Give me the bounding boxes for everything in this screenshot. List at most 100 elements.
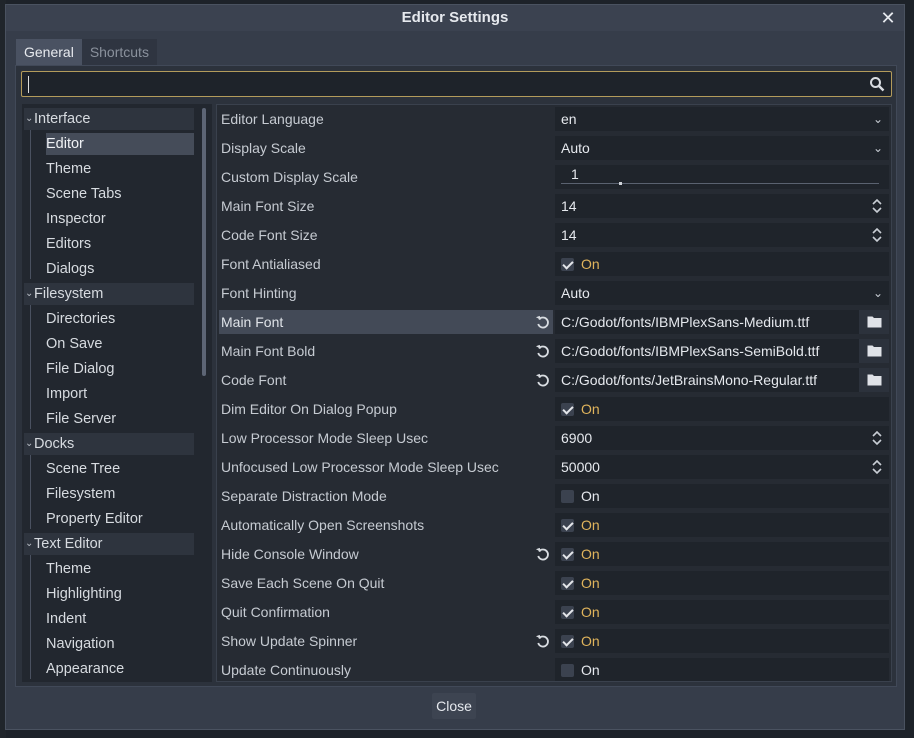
checkbox-checked-icon[interactable] (561, 577, 574, 590)
checkbox-unchecked-icon[interactable] (561, 664, 574, 677)
path-input[interactable]: C:/Godot/fonts/JetBrainsMono-Regular.ttf (555, 368, 857, 392)
setting-row-main-font: Main Font C:/Godot/fonts/IBMPlexSans-Medi… (217, 308, 891, 334)
revert-icon[interactable] (535, 314, 551, 330)
checkbox-checked-icon[interactable] (561, 258, 574, 271)
setting-row-font-antialiased: Font Antialiased On (217, 250, 891, 276)
code-font-size-spinbox[interactable]: 14 (555, 223, 889, 247)
close-icon[interactable]: ✕ (878, 7, 898, 29)
tree-item-appearance[interactable]: Appearance (46, 658, 194, 680)
tab-shortcuts[interactable]: Shortcuts (81, 39, 157, 65)
search-icon[interactable] (869, 76, 885, 92)
tree-category-filesystem[interactable]: ⌄ Filesystem (24, 283, 194, 305)
tree-item-on-save[interactable]: On Save (46, 333, 194, 355)
tree-item-import[interactable]: Import (46, 383, 194, 405)
slider-value: 1 (571, 166, 579, 182)
section-tree[interactable]: ⌄ Interface Editor Theme Scene Tabs Inspector… (22, 104, 212, 682)
low-processor-mode-sleep-usec-spinbox[interactable]: 6900 (555, 426, 889, 450)
tree-item-theme[interactable]: Theme (46, 558, 194, 580)
main-font-size-spinbox[interactable]: 14 (555, 194, 889, 218)
show-update-spinner-checkbox[interactable]: On (555, 629, 889, 653)
tree-guide-line (30, 305, 31, 429)
tree-item-property-editor[interactable]: Property Editor (46, 508, 194, 530)
browse-folder-button[interactable] (859, 368, 889, 392)
checkbox-label: On (581, 604, 600, 620)
checkbox-checked-icon[interactable] (561, 635, 574, 648)
tree-category-label: Docks (34, 436, 75, 452)
separate-distraction-mode-checkbox[interactable]: On (555, 484, 889, 508)
revert-icon[interactable] (535, 633, 551, 649)
checkbox-label: On (581, 633, 600, 649)
setting-row-dim-editor-on-dialog-popup: Dim Editor On Dialog Popup On (217, 395, 891, 421)
dim-editor-on-dialog-popup-checkbox[interactable]: On (555, 397, 889, 421)
tree-item-file-server[interactable]: File Server (46, 408, 194, 430)
tab-general[interactable]: General (16, 39, 82, 65)
chevron-down-icon[interactable]: ⌄ (25, 108, 33, 130)
tree-item-filesystem[interactable]: Filesystem (46, 483, 194, 505)
tree-item-highlighting[interactable]: Highlighting (46, 583, 194, 605)
revert-icon[interactable] (535, 546, 551, 562)
save-each-scene-on-quit-checkbox[interactable]: On (555, 571, 889, 595)
tree-item-directories[interactable]: Directories (46, 308, 194, 330)
checkbox-unchecked-icon[interactable] (561, 490, 574, 503)
tree-category-text-editor[interactable]: ⌄ Text Editor (24, 533, 194, 555)
chevron-down-icon[interactable]: ⌄ (25, 433, 33, 455)
spinbox-value: 14 (561, 198, 577, 214)
tree-category-interface[interactable]: ⌄ Interface (24, 108, 194, 130)
display-scale-dropdown[interactable]: Auto ⌄ (555, 136, 889, 160)
tree-item-inspector[interactable]: Inspector (46, 208, 194, 230)
chevron-down-icon[interactable]: ⌄ (25, 283, 33, 305)
tree-item-dialogs[interactable]: Dialogs (46, 258, 194, 280)
font-antialiased-checkbox[interactable]: On (555, 252, 889, 276)
spinner-arrows-icon[interactable] (871, 429, 883, 447)
browse-folder-button[interactable] (859, 339, 889, 363)
tree-item-editor[interactable]: Editor (46, 133, 194, 155)
checkbox-checked-icon[interactable] (561, 606, 574, 619)
checkbox-checked-icon[interactable] (561, 403, 574, 416)
slider-grabber[interactable] (619, 182, 622, 185)
setting-row-show-update-spinner: Show Update Spinner On (217, 627, 891, 653)
checkbox-checked-icon[interactable] (561, 519, 574, 532)
settings-panel: ⌄ Interface Editor Theme Scene Tabs Inspector… (15, 65, 897, 687)
tree-item-navigation[interactable]: Navigation (46, 633, 194, 655)
setting-row-unfocused-low-processor-mode-sleep-usec: Unfocused Low Processor Mode Sleep Usec 5… (217, 453, 891, 479)
update-continuously-checkbox[interactable]: On (555, 658, 889, 681)
checkbox-checked-icon[interactable] (561, 548, 574, 561)
tree-item-file-dialog[interactable]: File Dialog (46, 358, 194, 380)
slider-track[interactable] (561, 183, 879, 184)
checkbox-label: On (581, 546, 600, 562)
editor-language-dropdown[interactable]: en ⌄ (555, 107, 889, 131)
path-input[interactable]: C:/Godot/fonts/IBMPlexSans-SemiBold.ttf (555, 339, 857, 363)
quit-confirmation-checkbox[interactable]: On (555, 600, 889, 624)
path-input[interactable]: C:/Godot/fonts/IBMPlexSans-Medium.ttf (555, 310, 857, 334)
tree-item-editors[interactable]: Editors (46, 233, 194, 255)
revert-icon[interactable] (535, 343, 551, 359)
setting-row-code-font: Code Font C:/Godot/fonts/JetBrainsMono-Re… (217, 366, 891, 392)
chevron-down-icon[interactable]: ⌄ (25, 533, 33, 555)
browse-folder-button[interactable] (859, 310, 889, 334)
spinbox-value: 14 (561, 227, 577, 243)
automatically-open-screenshots-checkbox[interactable]: On (555, 513, 889, 537)
revert-icon[interactable] (535, 372, 551, 388)
tree-scrollbar[interactable] (202, 108, 206, 376)
tree-category-docks[interactable]: ⌄ Docks (24, 433, 194, 455)
unfocused-low-processor-mode-sleep-usec-spinbox[interactable]: 50000 (555, 455, 889, 479)
main-font-bold-path-field[interactable]: C:/Godot/fonts/IBMPlexSans-SemiBold.ttf (555, 339, 889, 363)
tree-item-theme[interactable]: Theme (46, 158, 194, 180)
close-button[interactable]: Close (432, 693, 476, 719)
custom-display-scale-slider[interactable]: 1 (555, 165, 889, 189)
tree-item-indent[interactable]: Indent (46, 608, 194, 630)
tree-item-scene-tree[interactable]: Scene Tree (46, 458, 194, 480)
hide-console-window-checkbox[interactable]: On (555, 542, 889, 566)
code-font-path-field[interactable]: C:/Godot/fonts/JetBrainsMono-Regular.ttf (555, 368, 889, 392)
spinner-arrows-icon[interactable] (871, 458, 883, 476)
font-hinting-dropdown[interactable]: Auto ⌄ (555, 281, 889, 305)
spinner-arrows-icon[interactable] (871, 226, 883, 244)
setting-row-low-processor-mode-sleep-usec: Low Processor Mode Sleep Usec 6900 (217, 424, 891, 450)
search-input[interactable] (21, 71, 892, 97)
tree-item-scene-tabs[interactable]: Scene Tabs (46, 183, 194, 205)
path-value: C:/Godot/fonts/IBMPlexSans-Medium.ttf (561, 314, 810, 330)
setting-label: Dim Editor On Dialog Popup (221, 401, 397, 417)
spinner-arrows-icon[interactable] (871, 197, 883, 215)
main-font-path-field[interactable]: C:/Godot/fonts/IBMPlexSans-Medium.ttf (555, 310, 889, 334)
setting-label: Main Font Size (221, 198, 315, 214)
